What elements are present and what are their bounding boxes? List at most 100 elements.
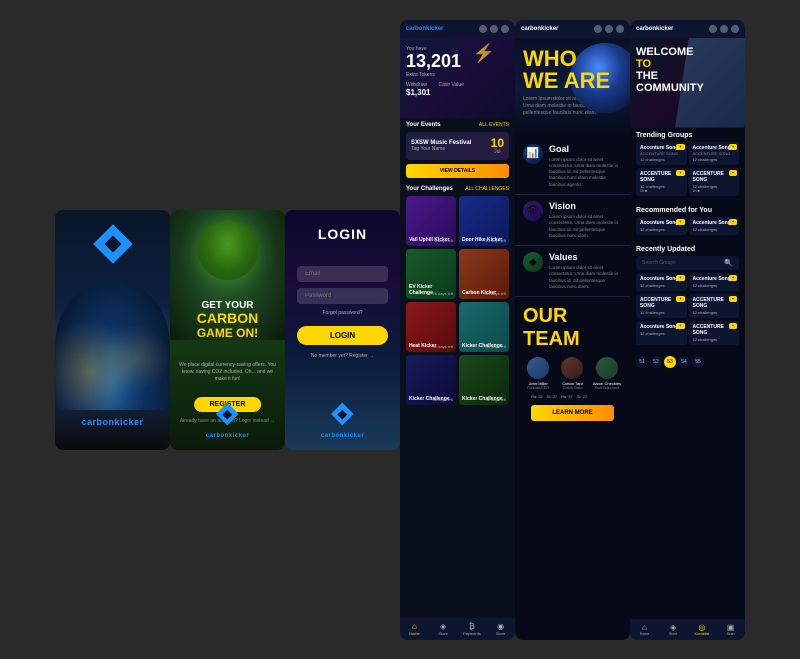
goal-icon-row: 📊 Goal Lorem ipsum dolor sit amet consec… xyxy=(523,144,622,188)
nav-scan[interactable]: ◉ Store xyxy=(486,622,515,636)
all-events-link[interactable]: ALL EVENTS xyxy=(479,122,509,128)
event-name: SXSW Music Festival xyxy=(411,140,471,146)
challenge-days-4: 34 days left xyxy=(486,291,506,296)
recently-updated-section: Recently Updated Search Groups 🔍 Accentu… xyxy=(630,242,745,352)
challenges-section-header: Your Challenges ALL CHALLENGES xyxy=(400,182,515,196)
challenge-card-4[interactable]: Carbon Kicker 34 days left xyxy=(459,249,509,299)
screen-community: carbonkicker WELCOMETOTHECOMMUNITY Trend… xyxy=(630,20,745,640)
team-member-3: Aaron Checkles Tech Team lead xyxy=(592,357,622,390)
challenge-card-3[interactable]: EV Kicker Challenge 26 days left xyxy=(406,249,456,299)
learn-more-button[interactable]: LEARN MORE xyxy=(531,405,614,421)
nav-store[interactable]: ◈ Store xyxy=(429,622,458,636)
updated-members-5: 12 challenges xyxy=(640,331,683,336)
challenge-card-6[interactable]: Kicker Challenge 36 days left xyxy=(459,302,509,352)
nav-payments[interactable]: ₿ Payments xyxy=(458,622,487,636)
trending-groups-section: Trending Groups Accenture Song ACCENTURE… xyxy=(630,128,745,203)
updated-card-1[interactable]: Accenture Song 12 challenges + xyxy=(636,273,687,291)
goal-content: Goal Lorem ipsum dolor sit amet consecte… xyxy=(549,144,622,188)
updated-groups-row-1: Accenture Song 12 challenges + Accenture… xyxy=(636,273,739,291)
group-card-2[interactable]: Accenture Song ACCENTURE SONG 12 challen… xyxy=(689,142,740,165)
challenge-card-8[interactable]: Kicker Challenge 36 days left xyxy=(459,355,509,405)
bnav-konnekte[interactable]: ◎ Konnekte xyxy=(688,623,717,636)
all-challenges-link[interactable]: ALL CHALLENGES xyxy=(465,186,509,192)
nav-home[interactable]: ⌂ Home xyxy=(400,622,429,636)
group-members-2: 12 challenges xyxy=(693,157,736,162)
who-menu-icon[interactable] xyxy=(616,25,624,33)
rec-card-2[interactable]: Accenture Song 12 challenges + xyxy=(689,217,740,235)
logo-icon-inner xyxy=(104,235,121,252)
brand-bottom-3: carbonkicker xyxy=(321,406,364,442)
our-team-section: OURTEAM John Miller Founder/CEO Cotton T… xyxy=(515,297,630,435)
updated-members-3: 12 challenges xyxy=(640,310,683,315)
bnav-konnekte-icon: ◎ xyxy=(688,623,717,632)
no-member-text[interactable]: No member yet? Register → xyxy=(297,353,388,359)
trending-groups-row-2: ACCENTURE SONG 12 challenges 0h ■ + ACCE… xyxy=(636,168,739,196)
page-53-active[interactable]: 53 xyxy=(664,356,676,368)
login-button[interactable]: LOGIN xyxy=(297,326,388,345)
bnav-store-label: Store xyxy=(659,632,688,636)
challenge-card-1[interactable]: Vail Uphill Kicker 6 days left xyxy=(406,196,456,246)
bnav-home[interactable]: ⌂ Home xyxy=(630,623,659,636)
comm-search-icon[interactable] xyxy=(709,25,717,33)
updated-card-3[interactable]: ACCENTURE SONG 12 challenges + xyxy=(636,294,687,318)
screen-login: LOGIN Forgot password? LOGIN No member y… xyxy=(285,210,400,450)
page-51[interactable]: 51 xyxy=(636,356,648,368)
comm-bell-icon[interactable] xyxy=(720,25,728,33)
nav-payments-label: Payments xyxy=(458,631,487,636)
email-field[interactable] xyxy=(297,266,388,282)
logo-area xyxy=(99,230,127,262)
password-field[interactable] xyxy=(297,288,388,304)
page-52[interactable]: 52 xyxy=(650,356,662,368)
bell-icon[interactable] xyxy=(490,25,498,33)
group-badge-4: + xyxy=(729,170,737,176)
challenge-card-2[interactable]: Door Hike Kicker 10 days left xyxy=(459,196,509,246)
group-card-3[interactable]: ACCENTURE SONG 12 challenges 0h ■ + xyxy=(636,168,687,196)
app-brand-carbon: carbon xyxy=(406,26,426,32)
event-sub: Tag Your Name xyxy=(411,146,471,152)
eye-icon: 👁 xyxy=(523,201,543,221)
updated-card-2[interactable]: Accenture Song 12 challenges + xyxy=(689,273,740,291)
brand-carbon: carbon xyxy=(81,417,114,427)
updated-card-6[interactable]: ACCENTURE SONG 12 challenges + xyxy=(689,321,740,345)
comm-hero: WELCOMETOTHECOMMUNITY xyxy=(630,38,745,128)
who-header-icons xyxy=(594,25,624,33)
bnav-store[interactable]: ◈ Store xyxy=(659,623,688,636)
challenge-card-5[interactable]: Heat Kicker 36 days left xyxy=(406,302,456,352)
menu-icon[interactable] xyxy=(501,25,509,33)
group-sub-2: ACCENTURE SONG xyxy=(693,151,736,156)
stat-4: Si: 27 xyxy=(577,394,587,399)
nav-scan-label: Store xyxy=(486,631,515,636)
group-card-4[interactable]: ACCENTURE SONG 12 challenges 1h ■ + xyxy=(689,168,740,196)
event-card[interactable]: SXSW Music Festival Tag Your Name 10 Jul xyxy=(406,132,509,160)
updated-members-6: 12 challenges xyxy=(693,337,736,342)
comm-menu-icon[interactable] xyxy=(731,25,739,33)
scan-icon: ◉ xyxy=(486,622,515,631)
who-search-icon[interactable] xyxy=(594,25,602,33)
forgot-link[interactable]: Forgot password? xyxy=(297,310,388,316)
withdraw-label[interactable]: Withdraw xyxy=(406,82,430,88)
bnav-scan[interactable]: ▣ Scan xyxy=(716,623,745,636)
search-bar[interactable]: Search Groups 🔍 xyxy=(636,256,739,270)
challenge-card-7[interactable]: Kicker Challenge 36 days left xyxy=(406,355,456,405)
group-badge-2: + xyxy=(729,144,737,150)
updated-card-5[interactable]: Accenture Song 12 challenges + xyxy=(636,321,687,345)
rec-badge-1: + xyxy=(676,219,684,225)
page-54[interactable]: 54 xyxy=(678,356,690,368)
welcome-to: TO xyxy=(636,58,651,70)
who-brand: carbonkicker xyxy=(521,26,558,32)
who-brand-carbon: carbon xyxy=(521,26,541,32)
group-card-1[interactable]: Accenture Song ACCENTURE SONG 12 challen… xyxy=(636,142,687,165)
brand-name: carbonkicker xyxy=(81,412,143,430)
challenges-grid: Vail Uphill Kicker 6 days left Door Hike… xyxy=(400,196,515,405)
rec-members-1: 12 challenges xyxy=(640,227,683,232)
view-details-button[interactable]: VIEW DETAILS xyxy=(406,164,509,178)
brand-bottom: carbonkicker xyxy=(206,406,249,442)
updated-card-4[interactable]: ACCENTURE SONG 12 challenges + xyxy=(689,294,740,318)
rec-card-1[interactable]: Accenture Song 12 challenges + xyxy=(636,217,687,235)
who-bell-icon[interactable] xyxy=(605,25,613,33)
bnav-konnekte-label: Konnekte xyxy=(688,632,717,636)
search-icon[interactable] xyxy=(479,25,487,33)
page-55[interactable]: 55 xyxy=(692,356,704,368)
updated-groups-row-2: ACCENTURE SONG 12 challenges + ACCENTURE… xyxy=(636,294,739,318)
group-extra-3: 0h ■ xyxy=(640,189,683,193)
